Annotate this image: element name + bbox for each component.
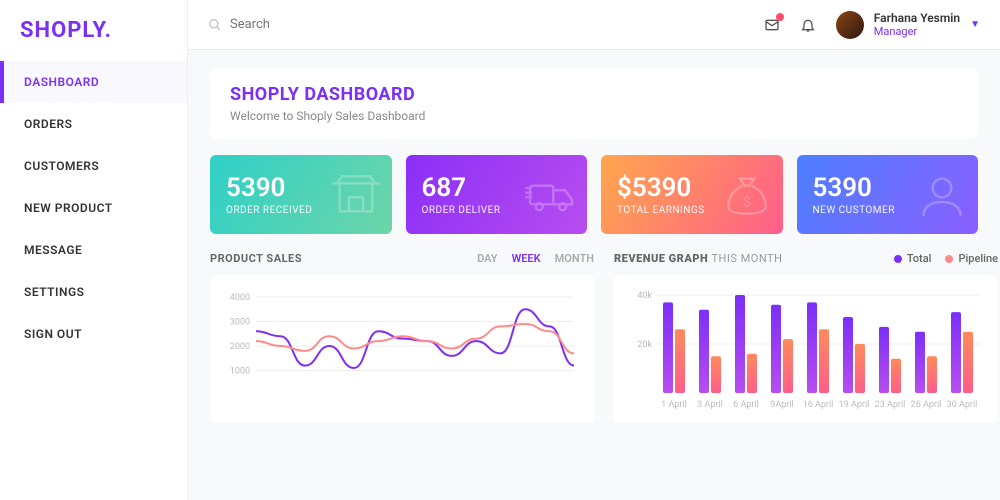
storefront-icon bbox=[328, 171, 384, 219]
svg-text:3000: 3000 bbox=[230, 318, 250, 328]
user-info: Farhana Yesmin Manager bbox=[874, 11, 960, 39]
notifications-icon[interactable] bbox=[800, 17, 816, 33]
sidebar-item-new-product[interactable]: NEW PRODUCT bbox=[0, 187, 187, 229]
topbar: Farhana Yesmin Manager ▼ bbox=[188, 0, 1000, 50]
stat-card-order-received[interactable]: 5390ORDER RECEIVED bbox=[210, 155, 392, 234]
page-title: SHOPLY DASHBOARD bbox=[230, 84, 958, 105]
revenue-chart: 20k 40k 1 April 3 April 6 April 9April 16 Apri… bbox=[614, 275, 998, 423]
svg-text:23 April: 23 April bbox=[875, 400, 906, 409]
product-sales-title: PRODUCT SALES bbox=[210, 252, 302, 265]
svg-text:$: $ bbox=[743, 193, 751, 210]
svg-text:6 April: 6 April bbox=[733, 400, 759, 409]
chevron-down-icon: ▼ bbox=[970, 19, 980, 30]
delivery-truck-icon bbox=[523, 171, 579, 219]
sidebar-item-dashboard[interactable]: DASHBOARD bbox=[0, 61, 187, 103]
charts-row: PRODUCT SALES DAY WEEK MONTH 1000 2000 3000 4… bbox=[210, 252, 978, 423]
svg-text:4000: 4000 bbox=[230, 293, 250, 303]
money-bag-icon: $ bbox=[719, 171, 775, 219]
product-sales-chart: 1000 2000 3000 4000 bbox=[210, 275, 594, 423]
product-sales-panel: PRODUCT SALES DAY WEEK MONTH 1000 2000 3000 4… bbox=[210, 252, 594, 423]
svg-text:3 April: 3 April bbox=[697, 400, 723, 409]
user-name: Farhana Yesmin bbox=[874, 11, 960, 25]
sidebar-item-message[interactable]: MESSAGE bbox=[0, 229, 187, 271]
sidebar-item-settings[interactable]: SETTINGS bbox=[0, 271, 187, 313]
logo: SHOPLY. bbox=[0, 18, 187, 61]
svg-text:9April: 9April bbox=[770, 400, 793, 409]
svg-text:26 April: 26 April bbox=[911, 400, 942, 409]
page-header: SHOPLY DASHBOARD Welcome to Shoply Sales… bbox=[210, 68, 978, 139]
stat-card-new-customer[interactable]: 5390NEW CUSTOMER bbox=[797, 155, 979, 234]
svg-text:2000: 2000 bbox=[230, 342, 250, 352]
page-subtitle: Welcome to Shoply Sales Dashboard bbox=[230, 109, 958, 123]
svg-text:20k: 20k bbox=[637, 340, 652, 350]
tab-month[interactable]: MONTH bbox=[555, 252, 594, 265]
svg-text:1000: 1000 bbox=[230, 367, 250, 377]
svg-text:16 April: 16 April bbox=[803, 400, 834, 409]
user-role: Manager bbox=[874, 25, 960, 38]
revenue-panel: REVENUE GRAPH THIS MONTH Total Pipeline 2… bbox=[614, 252, 998, 423]
sidebar-item-sign-out[interactable]: SIGN OUT bbox=[0, 313, 187, 355]
search[interactable] bbox=[208, 17, 754, 32]
messages-icon[interactable] bbox=[764, 17, 780, 33]
content: SHOPLY DASHBOARD Welcome to Shoply Sales… bbox=[188, 50, 1000, 500]
user-icon bbox=[914, 171, 970, 219]
search-icon bbox=[208, 18, 222, 32]
messages-badge bbox=[776, 13, 784, 21]
stat-card-total-earnings[interactable]: $5390TOTAL EARNINGS$ bbox=[601, 155, 783, 234]
search-input[interactable] bbox=[230, 17, 754, 32]
svg-text:1 April: 1 April bbox=[661, 400, 687, 409]
avatar bbox=[836, 11, 864, 39]
sidebar-item-orders[interactable]: ORDERS bbox=[0, 103, 187, 145]
svg-text:30 April: 30 April bbox=[947, 400, 978, 409]
stat-card-order-deliver[interactable]: 687ORDER DELIVER bbox=[406, 155, 588, 234]
sales-range-tabs: DAY WEEK MONTH bbox=[477, 252, 594, 265]
svg-text:40k: 40k bbox=[637, 291, 652, 301]
stats-row: 5390ORDER RECEIVED687ORDER DELIVER$5390T… bbox=[210, 155, 978, 234]
main: Farhana Yesmin Manager ▼ SHOPLY DASHBOAR… bbox=[188, 0, 1000, 500]
legend-total: Total bbox=[894, 252, 932, 265]
sidebar-item-customers[interactable]: CUSTOMERS bbox=[0, 145, 187, 187]
tab-week[interactable]: WEEK bbox=[512, 252, 541, 265]
topbar-actions: Farhana Yesmin Manager ▼ bbox=[764, 11, 980, 39]
sidebar: SHOPLY. DASHBOARDORDERSCUSTOMERSNEW PROD… bbox=[0, 0, 188, 500]
legend-pipeline: Pipeline bbox=[945, 252, 998, 265]
revenue-title: REVENUE GRAPH THIS MONTH bbox=[614, 252, 782, 265]
svg-text:19 April: 19 April bbox=[839, 400, 870, 409]
revenue-legend: Total Pipeline bbox=[894, 252, 998, 265]
tab-day[interactable]: DAY bbox=[477, 252, 498, 265]
user-menu[interactable]: Farhana Yesmin Manager ▼ bbox=[836, 11, 980, 39]
